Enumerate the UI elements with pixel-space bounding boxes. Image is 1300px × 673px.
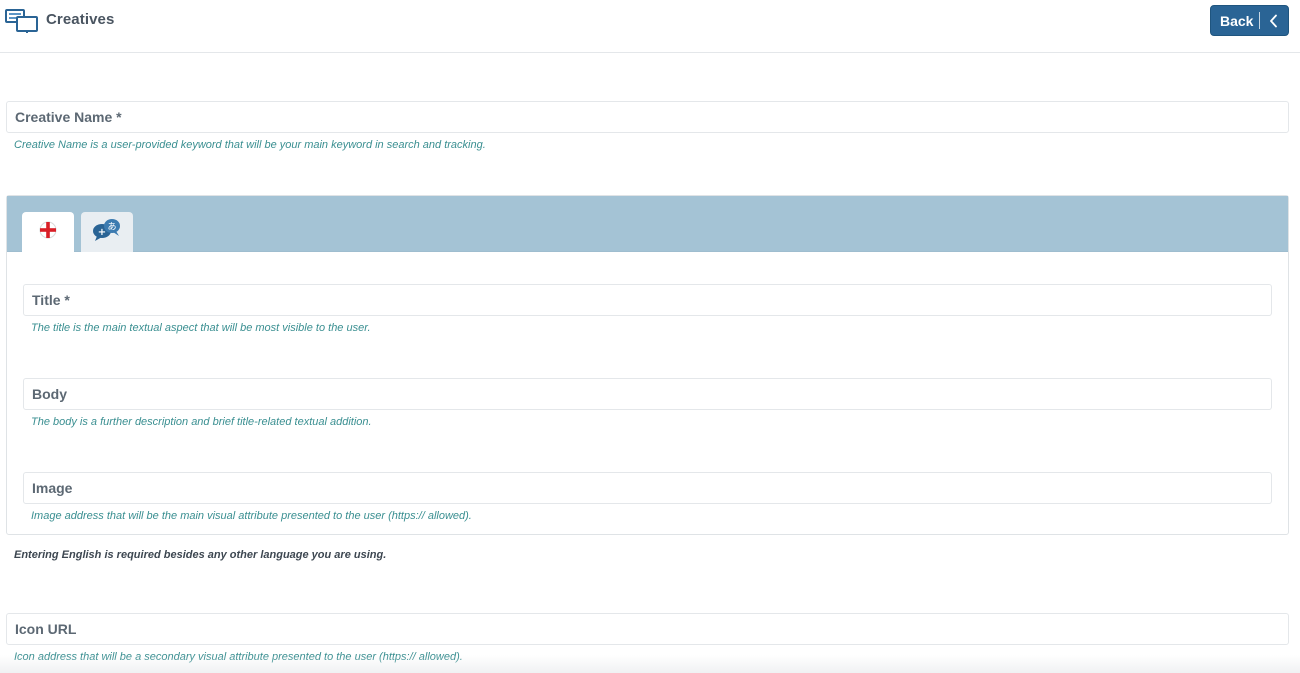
creative-name-field[interactable]: Creative Name * <box>6 101 1289 133</box>
tab-english[interactable] <box>22 212 74 252</box>
page-title: Creatives <box>46 11 115 28</box>
title-label: Title * <box>32 292 70 308</box>
language-note: Entering English is required besides any… <box>14 549 387 561</box>
tab-translations[interactable]: + あ <box>81 212 133 252</box>
bottom-fade <box>0 655 1300 673</box>
back-button[interactable]: Back <box>1210 5 1289 36</box>
creatives-icon <box>5 9 39 33</box>
back-button-label: Back <box>1220 12 1254 29</box>
image-label: Image <box>32 480 73 496</box>
page-header: Creatives Back <box>0 0 1300 53</box>
body-field[interactable]: Body <box>23 378 1272 410</box>
language-tab-strip: + あ <box>7 196 1288 252</box>
translate-icon: + あ <box>92 218 122 247</box>
body-help: The body is a further description and br… <box>31 416 372 428</box>
title-field[interactable]: Title * <box>23 284 1272 316</box>
creative-name-label: Creative Name * <box>15 109 122 125</box>
icon-url-field[interactable]: Icon URL <box>6 613 1289 645</box>
body-label: Body <box>32 386 67 402</box>
title-help: The title is the main textual aspect tha… <box>31 322 371 334</box>
creative-name-help: Creative Name is a user-provided keyword… <box>14 139 486 151</box>
image-field[interactable]: Image <box>23 472 1272 504</box>
icon-url-label: Icon URL <box>15 621 77 637</box>
language-panel: + あ Title * The title is the main textua… <box>6 195 1289 535</box>
english-flag-icon <box>39 221 57 244</box>
image-help: Image address that will be the main visu… <box>31 510 472 522</box>
chevron-left-icon <box>1260 6 1288 35</box>
svg-text:あ: あ <box>107 221 116 232</box>
